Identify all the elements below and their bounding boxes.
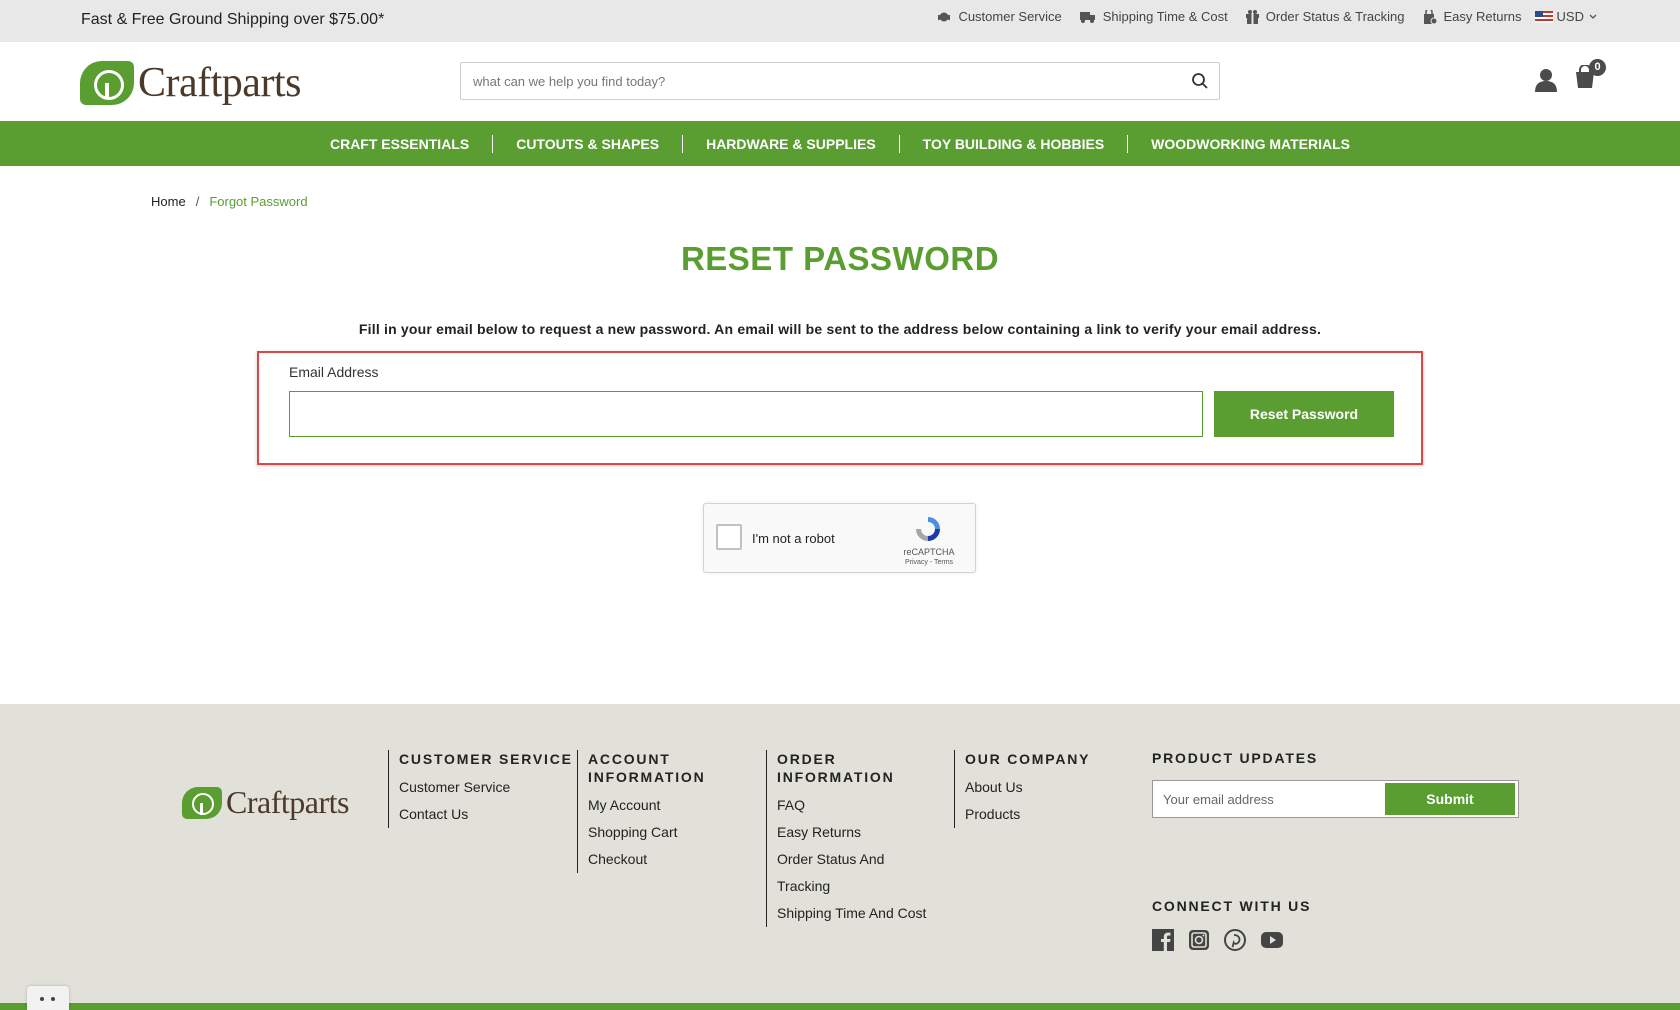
header-icons: 0 — [1534, 59, 1606, 94]
youtube-icon[interactable] — [1260, 929, 1284, 956]
newsletter-title: PRODUCT UPDATES — [1152, 750, 1318, 766]
instructions-text: Fill in your email below to request a ne… — [358, 321, 1322, 337]
currency-value: USD — [1556, 9, 1584, 24]
newsletter-submit-button[interactable]: Submit — [1385, 783, 1515, 815]
reset-password-button[interactable]: Reset Password — [1214, 391, 1394, 437]
recaptcha-label: I'm not a robot — [752, 531, 835, 546]
newsletter-form: Submit — [1152, 780, 1519, 818]
instagram-icon[interactable] — [1188, 929, 1210, 956]
breadcrumb-home[interactable]: Home — [151, 194, 186, 209]
nav-hardware-supplies[interactable]: HARDWARE & SUPPLIES — [683, 136, 899, 152]
footer-link-order-status[interactable]: Order Status And Tracking — [777, 846, 936, 900]
utility-links: Customer Service Shipping Time & Cost Or… — [919, 9, 1598, 24]
tree-logo-icon — [80, 61, 134, 105]
email-label: Email Address — [289, 364, 379, 380]
footer-link-shopping-cart[interactable]: Shopping Cart — [588, 819, 747, 846]
cart-count-badge: 0 — [1589, 59, 1606, 76]
shipping-label: Shipping Time & Cost — [1102, 9, 1228, 24]
footer-col-order: ORDER INFORMATION FAQ Easy Returns Order… — [766, 750, 936, 927]
footer-link-contact-us[interactable]: Contact Us — [399, 801, 573, 828]
main-nav: CRAFT ESSENTIALS CUTOUTS & SHAPES HARDWA… — [0, 121, 1680, 166]
recaptcha-logo-icon — [916, 517, 940, 541]
footer-col-title: ORDER INFORMATION — [777, 751, 895, 785]
easy-returns-label: Easy Returns — [1443, 9, 1522, 24]
recaptcha-terms[interactable]: Privacy - Terms — [894, 559, 964, 566]
footer-link-products[interactable]: Products — [965, 801, 1090, 828]
footer-link-easy-returns[interactable]: Easy Returns — [777, 819, 936, 846]
breadcrumb-current: Forgot Password — [209, 194, 308, 209]
us-flag-icon — [1534, 10, 1553, 23]
recaptcha-brand: reCAPTCHA — [903, 547, 955, 557]
footer-logo-wordmark: Craftparts — [226, 784, 349, 820]
footer-link-shipping-time[interactable]: Shipping Time And Cost — [777, 900, 936, 927]
order-status-label: Order Status & Tracking — [1265, 9, 1405, 24]
headset-icon — [938, 12, 951, 21]
reset-password-form: Email Address Reset Password — [257, 351, 1423, 465]
truck-icon — [1079, 11, 1095, 23]
return-bag-icon — [1423, 9, 1437, 24]
shipping-link[interactable]: Shipping Time & Cost — [1079, 9, 1228, 24]
social-title: CONNECT WITH US — [1152, 898, 1312, 914]
account-icon[interactable] — [1534, 68, 1558, 92]
footer-link-faq[interactable]: FAQ — [777, 792, 936, 819]
footer-logo[interactable]: Craftparts — [182, 784, 349, 821]
footer-col-customer-service: CUSTOMER SERVICE Customer Service Contac… — [388, 750, 573, 828]
footer-col-company: OUR COMPANY About Us Products — [954, 750, 1090, 828]
search-input[interactable] — [461, 63, 1161, 99]
breadcrumb: Home / Forgot Password — [151, 194, 308, 209]
footer-col-title: ACCOUNT INFORMATION — [588, 751, 706, 785]
footer-link-checkout[interactable]: Checkout — [588, 846, 747, 873]
nav-woodworking-materials[interactable]: WOODWORKING MATERIALS — [1128, 136, 1373, 152]
footer-link-customer-service[interactable]: Customer Service — [399, 774, 573, 801]
gift-icon — [1245, 9, 1259, 24]
logo-wordmark: Craftparts — [138, 60, 301, 106]
pinterest-icon[interactable] — [1224, 929, 1246, 956]
email-field[interactable] — [289, 391, 1203, 437]
facebook-icon[interactable] — [1152, 929, 1174, 956]
tree-logo-icon — [182, 786, 222, 819]
footer-col-account: ACCOUNT INFORMATION My Account Shopping … — [577, 750, 747, 873]
site-header: Craftparts 0 — [0, 42, 1680, 121]
search-bar — [460, 62, 1220, 100]
customer-service-link[interactable]: Customer Service — [937, 9, 1062, 24]
promo-bar: Fast & Free Ground Shipping over $75.00*… — [0, 0, 1680, 42]
chat-widget-tab[interactable] — [27, 986, 69, 1010]
recaptcha-widget: I'm not a robot reCAPTCHA Privacy - Term… — [703, 503, 976, 573]
site-footer: Craftparts CUSTOMER SERVICE Customer Ser… — [0, 704, 1680, 1010]
newsletter-email-input[interactable] — [1153, 781, 1385, 817]
footer-link-my-account[interactable]: My Account — [588, 792, 747, 819]
site-logo[interactable]: Craftparts — [80, 59, 301, 107]
chevron-down-icon — [1589, 14, 1597, 19]
breadcrumb-separator: / — [195, 194, 200, 209]
nav-cutouts-shapes[interactable]: CUTOUTS & SHAPES — [493, 136, 682, 152]
order-status-link[interactable]: Order Status & Tracking — [1245, 9, 1405, 24]
customer-service-label: Customer Service — [958, 9, 1062, 24]
nav-toy-building-hobbies[interactable]: TOY BUILDING & HOBBIES — [900, 136, 1128, 152]
easy-returns-link[interactable]: Easy Returns — [1423, 9, 1522, 24]
recaptcha-checkbox[interactable] — [716, 524, 742, 550]
search-icon[interactable] — [1191, 72, 1209, 90]
shipping-promo: Fast & Free Ground Shipping over $75.00* — [81, 11, 385, 28]
footer-link-about-us[interactable]: About Us — [965, 774, 1090, 801]
social-links — [1152, 929, 1311, 956]
page-title: RESET PASSWORD — [680, 240, 1000, 277]
currency-selector[interactable]: USD — [1534, 9, 1598, 24]
footer-col-title: CUSTOMER SERVICE — [399, 751, 573, 767]
newsletter-section: PRODUCT UPDATES Submit — [1152, 750, 1519, 818]
footer-col-title: OUR COMPANY — [965, 751, 1091, 767]
social-section: CONNECT WITH US — [1152, 898, 1311, 956]
nav-craft-essentials[interactable]: CRAFT ESSENTIALS — [307, 136, 492, 152]
cart-button[interactable]: 0 — [1574, 59, 1606, 94]
footer-bottom-bar — [0, 1003, 1680, 1010]
